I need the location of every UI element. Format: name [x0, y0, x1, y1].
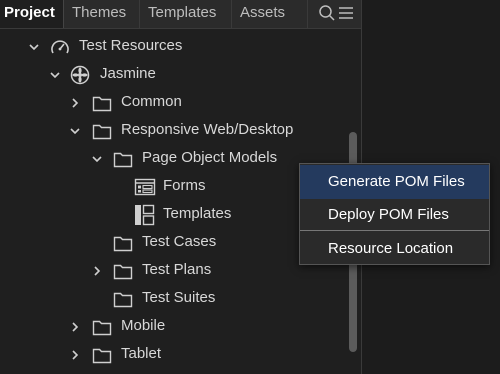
- tree-item-common[interactable]: Common: [0, 89, 350, 117]
- speedometer-icon: [51, 40, 69, 54]
- folder-icon: [92, 348, 112, 364]
- tree-item-label: Tablet: [121, 345, 162, 362]
- tree-item-tablet[interactable]: Tablet: [0, 341, 350, 369]
- template-icon: [135, 204, 155, 226]
- search-icon[interactable]: [318, 4, 336, 22]
- chevron-down-icon[interactable]: [70, 126, 80, 136]
- tree-item-test-plans[interactable]: Test Plans: [0, 257, 350, 285]
- tree-item-forms[interactable]: Forms: [0, 173, 350, 201]
- tab-themes[interactable]: Themes: [64, 0, 140, 28]
- folder-icon: [92, 124, 112, 140]
- tree-item-label: Test Resources: [79, 37, 183, 54]
- tree-item-page-object-models[interactable]: Page Object Models: [0, 145, 350, 173]
- tab-templates[interactable]: Templates: [140, 0, 232, 28]
- panel-tab-bar: Project Themes Templates Assets: [0, 0, 361, 29]
- chevron-down-icon[interactable]: [50, 70, 60, 80]
- folder-icon: [113, 292, 133, 308]
- tree-item-mobile[interactable]: Mobile: [0, 313, 350, 341]
- tree-item-label: Test Suites: [142, 289, 216, 306]
- folder-icon: [92, 320, 112, 336]
- folder-icon: [113, 236, 133, 252]
- tree-item-test-cases[interactable]: Test Cases: [0, 229, 350, 257]
- chevron-down-icon[interactable]: [29, 42, 39, 52]
- folder-icon: [113, 152, 133, 168]
- chevron-right-icon[interactable]: [70, 98, 80, 108]
- tree-item-jasmine[interactable]: Jasmine: [0, 61, 350, 89]
- tree-item-label: Mobile: [121, 317, 166, 334]
- tree-item-test-suites[interactable]: Test Suites: [0, 285, 350, 313]
- tree-item-label: Common: [121, 93, 182, 110]
- jasmine-flower-icon: [70, 65, 90, 85]
- tree-item-label: Templates: [163, 205, 232, 222]
- tab-tools: [308, 0, 361, 28]
- tree-item-responsive-web-desktop[interactable]: Responsive Web/Desktop: [0, 117, 350, 145]
- menu-item-resource-location[interactable]: Resource Location: [300, 232, 489, 266]
- context-menu: Generate POM Files Deploy POM Files Reso…: [299, 163, 490, 265]
- tab-project[interactable]: Project: [0, 0, 64, 28]
- tab-assets[interactable]: Assets: [232, 0, 308, 28]
- chevron-right-icon[interactable]: [70, 322, 80, 332]
- tree-item-templates[interactable]: Templates: [0, 201, 350, 229]
- folder-icon: [92, 96, 112, 112]
- tree-item-label: Responsive Web/Desktop: [121, 121, 294, 138]
- menu-item-deploy-pom-files[interactable]: Deploy POM Files: [300, 198, 489, 231]
- menu-item-generate-pom-files[interactable]: Generate POM Files: [300, 165, 489, 199]
- tree-item-label: Jasmine: [100, 65, 156, 82]
- form-icon: [134, 178, 156, 196]
- tree-item-label: Forms: [163, 177, 206, 194]
- tree-item-label: Page Object Models: [142, 149, 278, 166]
- menu-icon[interactable]: [337, 4, 355, 22]
- chevron-right-icon[interactable]: [92, 266, 102, 276]
- tree-item-label: Test Cases: [142, 233, 217, 250]
- folder-icon: [113, 264, 133, 280]
- tree-item-label: Test Plans: [142, 261, 212, 278]
- tree-item-test-resources[interactable]: Test Resources: [0, 33, 350, 61]
- chevron-right-icon[interactable]: [70, 350, 80, 360]
- chevron-down-icon[interactable]: [92, 154, 102, 164]
